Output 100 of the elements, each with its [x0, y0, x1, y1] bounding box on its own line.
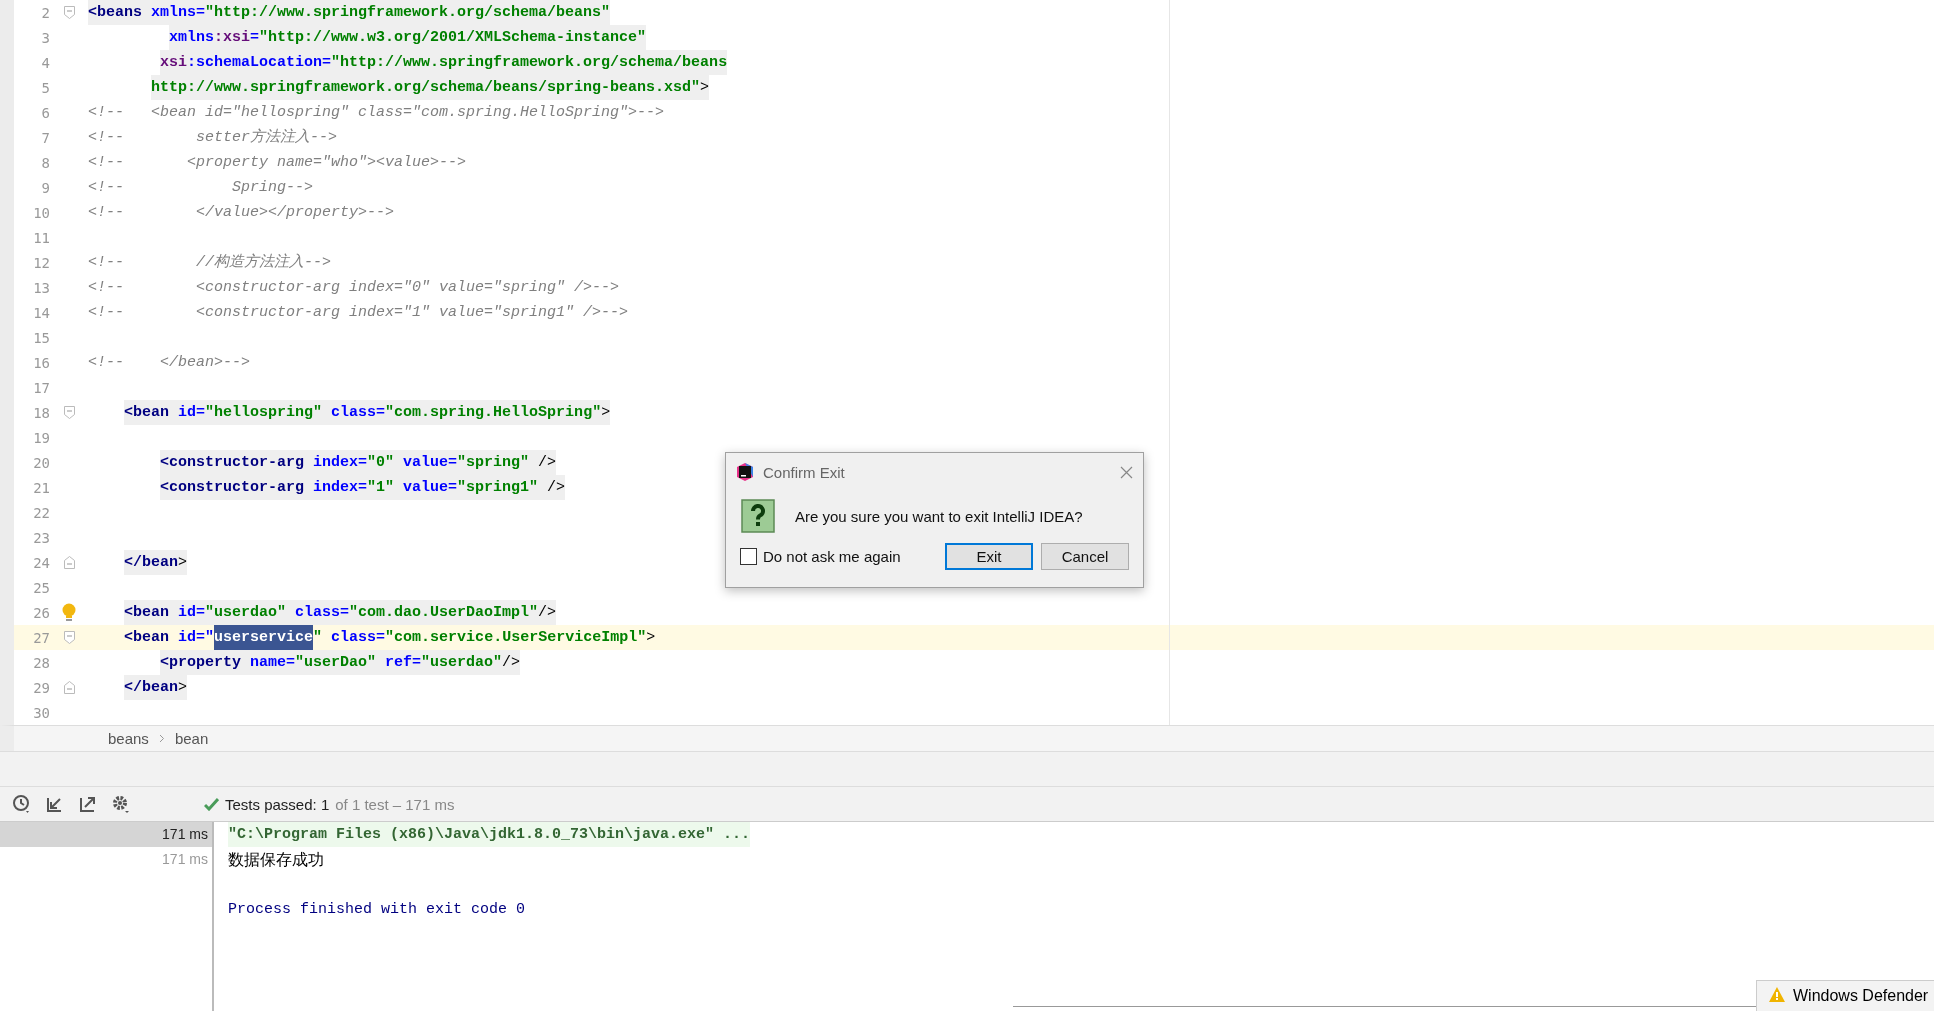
- line-number: 25: [32, 579, 50, 596]
- checkmark-icon: [204, 797, 219, 811]
- line-number: 19: [32, 429, 50, 446]
- code-token: <beans: [88, 0, 142, 25]
- code-token: <!-- setter方法注入-->: [88, 127, 338, 148]
- code-token: ref=: [376, 650, 422, 675]
- code-token: </bean: [124, 675, 179, 700]
- line-number: 14: [32, 304, 50, 321]
- clock-icon[interactable]: [12, 794, 32, 814]
- chevron-icon: [158, 734, 165, 743]
- code-token: "com.spring.HelloSpring": [385, 400, 602, 425]
- line-number: 10: [32, 204, 50, 221]
- dialog-title: Confirm Exit: [763, 463, 846, 481]
- dialog-button[interactable]: Cancel: [1041, 543, 1129, 570]
- line-number: 12: [32, 254, 50, 271]
- code-token: "hellospring": [205, 400, 323, 425]
- console-output: 数据保存成功: [228, 851, 324, 868]
- code-token: :schemaLocation=: [187, 50, 332, 75]
- code-token: >: [601, 400, 611, 425]
- code-token: <!-- </bean>-->: [88, 353, 251, 373]
- test-status: Tests passed: 1: [225, 795, 330, 813]
- export-arrow-icon[interactable]: [78, 794, 98, 814]
- code-token: <!-- <property name="who"><value>-->: [88, 153, 467, 173]
- code-token: value=: [394, 475, 458, 500]
- code-token: "1": [367, 475, 395, 500]
- line-number: 5: [40, 79, 50, 96]
- line-number: 16: [32, 354, 50, 371]
- line-number: 20: [32, 454, 50, 471]
- line-number: 27: [32, 629, 50, 646]
- code-token: >: [700, 75, 710, 100]
- code-token: "userdao": [421, 650, 503, 675]
- lightbulb-icon[interactable]: [62, 603, 76, 622]
- dialog-button[interactable]: Exit: [945, 543, 1033, 570]
- code-token: "0": [367, 450, 395, 475]
- line-number: 17: [32, 379, 50, 396]
- line-number: 2: [40, 4, 50, 21]
- test-duration[interactable]: 171 ms: [0, 822, 212, 847]
- question-icon: [741, 499, 775, 533]
- breadcrumb[interactable]: bean: [174, 730, 209, 747]
- notification[interactable]: Windows Defender: [1756, 980, 1934, 1011]
- checkbox[interactable]: [740, 548, 757, 565]
- line-number: 29: [32, 679, 50, 696]
- code-token: <constructor-arg: [160, 475, 305, 500]
- line-number: 18: [32, 404, 50, 421]
- code-token: =: [250, 25, 260, 50]
- settings-icon[interactable]: [111, 794, 131, 814]
- dialog-message: Are you sure you want to exit IntelliJ IDEA?: [795, 507, 1083, 525]
- code-token: ": [313, 628, 323, 648]
- code-token: <!-- <constructor-arg index="1" value="spring1" />-->: [88, 303, 629, 323]
- code-token: />: [502, 650, 521, 675]
- code-token: <!-- <constructor-arg index="0" value="spring" />-->: [88, 278, 620, 298]
- line-number: 11: [32, 229, 50, 246]
- code-token: :xsi: [214, 25, 251, 50]
- code-token: "com.dao.UserDaoImpl": [349, 600, 539, 625]
- warning-icon: [1769, 987, 1785, 1002]
- code-token: xmlns: [169, 25, 215, 50]
- code-token: <bean: [124, 400, 170, 425]
- line-number: 23: [32, 529, 50, 546]
- code-token: class=: [330, 628, 386, 648]
- fold-icon[interactable]: [63, 556, 75, 569]
- code-token: >: [646, 628, 656, 648]
- code-token: "http://www.w3.org/2001/XMLSchema-instance": [259, 25, 647, 50]
- line-number: 4: [40, 54, 50, 71]
- notification-title: Windows Defender: [1793, 987, 1929, 1005]
- code-token: >: [178, 550, 188, 575]
- code-token: class=: [286, 600, 350, 625]
- checkbox-label[interactable]: Do not ask me again: [763, 548, 901, 565]
- code-token: <bean: [124, 628, 170, 648]
- line-number: 22: [32, 504, 50, 521]
- test-summary: of 1 test – 171 ms: [335, 795, 455, 813]
- line-number: 15: [32, 329, 50, 346]
- code-token: "spring": [457, 450, 530, 475]
- fold-icon[interactable]: [63, 631, 75, 644]
- console-command: "C:\Program Files (x86)\Java\jdk1.8.0_73\bin\java.exe" ...: [228, 822, 751, 847]
- close-icon[interactable]: [1120, 465, 1133, 479]
- app-logo-icon: [736, 463, 754, 481]
- code-token: index=: [304, 450, 368, 475]
- code-token: />: [538, 475, 566, 500]
- line-number: 13: [32, 279, 50, 296]
- code-token: </bean: [124, 550, 179, 575]
- line-number: 6: [40, 104, 50, 121]
- code-token: <!-- //构造方法注入-->: [88, 252, 332, 273]
- code-token: >: [178, 675, 188, 700]
- console-exit-message: Process finished with exit code 0: [228, 901, 526, 918]
- fold-icon[interactable]: [63, 681, 75, 694]
- code-token: <!-- Spring-->: [88, 178, 314, 198]
- code-token: "spring1": [457, 475, 539, 500]
- fold-icon[interactable]: [63, 6, 75, 19]
- code-token: <!-- <bean id="hellospring" class="com.spring.HelloSpring">-->: [88, 103, 665, 123]
- code-token: id=: [169, 600, 206, 625]
- code-token: index=: [304, 475, 368, 500]
- fold-icon[interactable]: [63, 406, 75, 419]
- line-number: 21: [32, 479, 50, 496]
- line-number: 24: [32, 554, 50, 571]
- code-token: value=: [394, 450, 458, 475]
- code-token: xsi: [160, 50, 188, 75]
- line-number: 26: [32, 604, 50, 621]
- code-token: <!-- </value></property>-->: [88, 203, 395, 223]
- line-number: 7: [40, 129, 50, 146]
- breadcrumb[interactable]: beans: [108, 730, 149, 747]
